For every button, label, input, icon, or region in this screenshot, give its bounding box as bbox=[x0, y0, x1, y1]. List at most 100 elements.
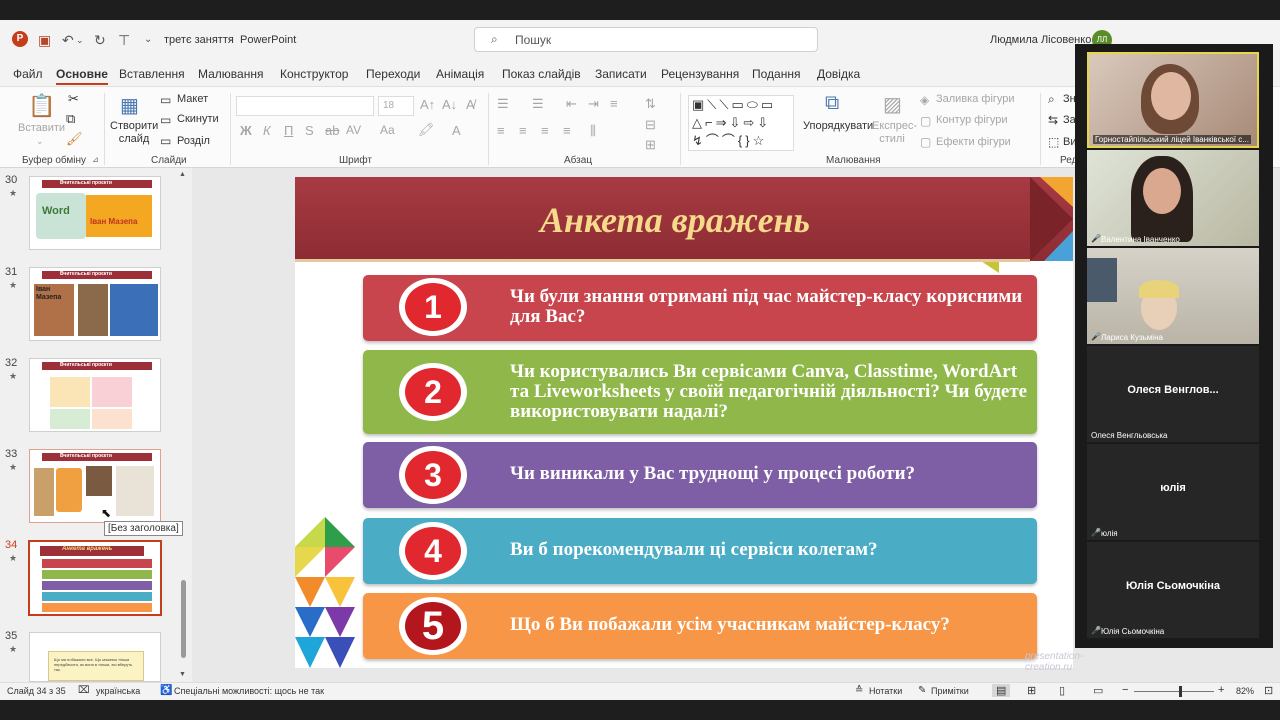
participant-tile[interactable]: юлія 🎤 юлія bbox=[1087, 444, 1259, 540]
quick-styles-icon[interactable]: ▨ bbox=[883, 92, 902, 117]
replace-icon[interactable]: ⇆ bbox=[1048, 113, 1058, 127]
shape-fill-button[interactable]: Заливка фігури bbox=[936, 93, 1015, 105]
tab-animations[interactable]: Анімація bbox=[436, 67, 484, 81]
underline-icon[interactable]: П bbox=[284, 123, 293, 138]
undo-dropdown-icon[interactable]: ⌄ bbox=[76, 35, 84, 46]
slide-sorter-icon[interactable]: ⊞ bbox=[1027, 684, 1036, 697]
new-slide-button[interactable]: Створити слайд bbox=[110, 120, 158, 146]
normal-view-icon[interactable]: ▤ bbox=[992, 684, 1011, 697]
shape-outline-button[interactable]: Контур фігури bbox=[936, 114, 1007, 126]
section-button[interactable]: Розділ bbox=[177, 135, 210, 147]
slide-thumbnail-32[interactable]: Вчительські проєкти bbox=[29, 358, 161, 432]
italic-icon[interactable]: К bbox=[263, 123, 271, 138]
font-name-combobox[interactable] bbox=[236, 96, 374, 116]
slideshow-icon[interactable]: ▭ bbox=[1093, 684, 1103, 697]
new-slide-icon[interactable]: ▦ bbox=[120, 93, 139, 118]
zoom-out-icon[interactable]: − bbox=[1122, 684, 1128, 696]
paste-icon[interactable]: 📋 bbox=[28, 93, 55, 119]
reading-view-icon[interactable]: ▯ bbox=[1059, 684, 1065, 697]
tab-design[interactable]: Конструктор bbox=[280, 67, 348, 81]
justify-icon[interactable]: ≡ bbox=[563, 123, 571, 138]
participant-tile[interactable]: 🎤 Валентина Іванченко bbox=[1087, 150, 1259, 246]
tab-draw[interactable]: Малювання bbox=[198, 67, 263, 81]
slide-thumbnail-35[interactable]: Що ми побажали все. Що можемо тільки пер… bbox=[29, 632, 161, 682]
language-status[interactable]: українська bbox=[96, 686, 140, 696]
find-icon[interactable]: ⌕ bbox=[1048, 92, 1055, 107]
strikethrough-icon[interactable]: ab bbox=[325, 123, 339, 138]
bold-icon[interactable]: Ж bbox=[240, 123, 252, 138]
section-icon[interactable]: ▭ bbox=[160, 134, 171, 148]
slide-thumbnail-30[interactable]: Вчительські проєкти Word Іван Мазепа bbox=[29, 176, 161, 250]
scroll-up-icon[interactable]: ▲ bbox=[179, 171, 186, 178]
tab-transitions[interactable]: Переходи bbox=[366, 67, 420, 81]
tab-review[interactable]: Рецензування bbox=[661, 67, 739, 81]
notes-button[interactable]: Нотатки bbox=[869, 686, 902, 696]
find-button[interactable]: Зн bbox=[1063, 93, 1076, 105]
shape-outline-icon[interactable]: ▢ bbox=[920, 114, 931, 128]
shape-effects-button[interactable]: Ефекти фігури bbox=[936, 136, 1011, 148]
reset-icon[interactable]: ▭ bbox=[160, 113, 171, 127]
quick-styles-button[interactable]: Експрес-стилі bbox=[872, 120, 917, 146]
tab-view[interactable]: Подання bbox=[752, 67, 800, 81]
undo-icon[interactable]: ↶ bbox=[62, 32, 74, 49]
accessibility-icon[interactable]: ♿ bbox=[160, 685, 172, 696]
layout-button[interactable]: Макет bbox=[177, 93, 208, 105]
paste-dropdown-icon[interactable]: ⌄ bbox=[36, 136, 44, 147]
format-painter-icon[interactable]: 🖌 bbox=[66, 131, 83, 147]
tab-record[interactable]: Записати bbox=[595, 67, 647, 81]
comments-button[interactable]: Примітки bbox=[931, 686, 969, 696]
question-bar-4[interactable]: 4 Ви б порекомендували ці сервіси колега… bbox=[363, 518, 1037, 584]
participant-tile[interactable]: Олеся Венглов... Олеся Венгльовська bbox=[1087, 346, 1259, 442]
zoom-slider-thumb[interactable] bbox=[1178, 686, 1182, 697]
slide-thumbnail-34[interactable]: Анкета вражень bbox=[28, 540, 162, 616]
numbering-icon[interactable]: ☰ bbox=[532, 96, 544, 112]
copy-icon[interactable]: ⧉ bbox=[66, 111, 75, 127]
accessibility-status[interactable]: Спеціальні можливості: щось не так bbox=[174, 686, 324, 696]
align-left-icon[interactable]: ≡ bbox=[497, 123, 505, 138]
align-text-icon[interactable]: ⊟ bbox=[645, 117, 656, 133]
notes-icon[interactable]: ≙ bbox=[855, 685, 863, 696]
layout-icon[interactable]: ▭ bbox=[160, 93, 171, 107]
clipboard-launcher-icon[interactable]: ⊿ bbox=[92, 155, 99, 164]
bullets-icon[interactable]: ☰ bbox=[497, 96, 509, 112]
font-color-icon[interactable]: A bbox=[452, 123, 461, 138]
increase-font-icon[interactable]: A↑ bbox=[420, 97, 435, 112]
scroll-down-icon[interactable]: ▼ bbox=[179, 671, 186, 678]
replace-button[interactable]: За bbox=[1063, 114, 1076, 126]
smartart-icon[interactable]: ⊞ bbox=[645, 137, 656, 153]
question-bar-1[interactable]: 1 Чи були знання отримані під час майсте… bbox=[363, 275, 1037, 341]
arrange-button[interactable]: Упорядкувати bbox=[803, 120, 873, 132]
align-right-icon[interactable]: ≡ bbox=[541, 123, 549, 138]
search-box[interactable]: ⌕ Пошук bbox=[474, 27, 818, 52]
spacing-icon[interactable]: AV bbox=[346, 123, 361, 137]
zoom-in-icon[interactable]: + bbox=[1218, 684, 1224, 696]
shape-fill-icon[interactable]: ◈ bbox=[920, 93, 929, 107]
increase-indent-icon[interactable]: ⇥ bbox=[588, 96, 599, 112]
select-icon[interactable]: ⬚ bbox=[1048, 135, 1059, 149]
shadow-icon[interactable]: S bbox=[305, 123, 314, 138]
shapes-gallery[interactable]: ▣⟍⟍▭⬭▭ △⌐⇒⇩⇨⇩ ↯⌒⌒{}☆ bbox=[688, 95, 794, 151]
slide-thumbnail-33[interactable]: Вчительські проєкти bbox=[29, 449, 161, 523]
participant-tile[interactable]: 🎤 Лариса Кузьміна bbox=[1087, 248, 1259, 344]
font-size-combobox[interactable]: 18 bbox=[378, 96, 414, 116]
customize-toolbar-icon[interactable]: ⌄ bbox=[144, 34, 152, 45]
decrease-font-icon[interactable]: A↓ bbox=[442, 97, 457, 112]
highlight-icon[interactable]: 🖍 bbox=[418, 122, 435, 138]
decrease-indent-icon[interactable]: ⇤ bbox=[566, 96, 577, 112]
spellcheck-icon[interactable]: ⌧ bbox=[78, 685, 90, 696]
slide-canvas[interactable]: Анкета вражень 1 Чи були знання отримані… bbox=[295, 177, 1083, 673]
fit-to-window-icon[interactable]: ⊡ bbox=[1264, 684, 1273, 697]
tab-slideshow[interactable]: Показ слайдів bbox=[502, 67, 581, 81]
save-icon[interactable]: ▣ bbox=[38, 32, 51, 49]
question-bar-5[interactable]: 5 Що б Ви побажали усім учасникам майсте… bbox=[363, 593, 1037, 659]
participant-tile[interactable]: Горностайпільський ліцей Іванківської с.… bbox=[1087, 52, 1259, 148]
present-icon[interactable]: ⊤ bbox=[118, 32, 130, 49]
zoom-level[interactable]: 82% bbox=[1236, 686, 1254, 696]
columns-icon[interactable]: ⫼ bbox=[590, 123, 596, 139]
clear-format-icon[interactable]: A̸ bbox=[466, 97, 475, 112]
question-bar-3[interactable]: 3 Чи виникали у Вас труднощі у процесі р… bbox=[363, 442, 1037, 508]
shape-effects-icon[interactable]: ▢ bbox=[920, 135, 931, 149]
slide-title[interactable]: Анкета вражень bbox=[295, 199, 1055, 241]
reset-button[interactable]: Скинути bbox=[177, 113, 219, 125]
paste-button[interactable]: Вставити bbox=[18, 122, 65, 134]
